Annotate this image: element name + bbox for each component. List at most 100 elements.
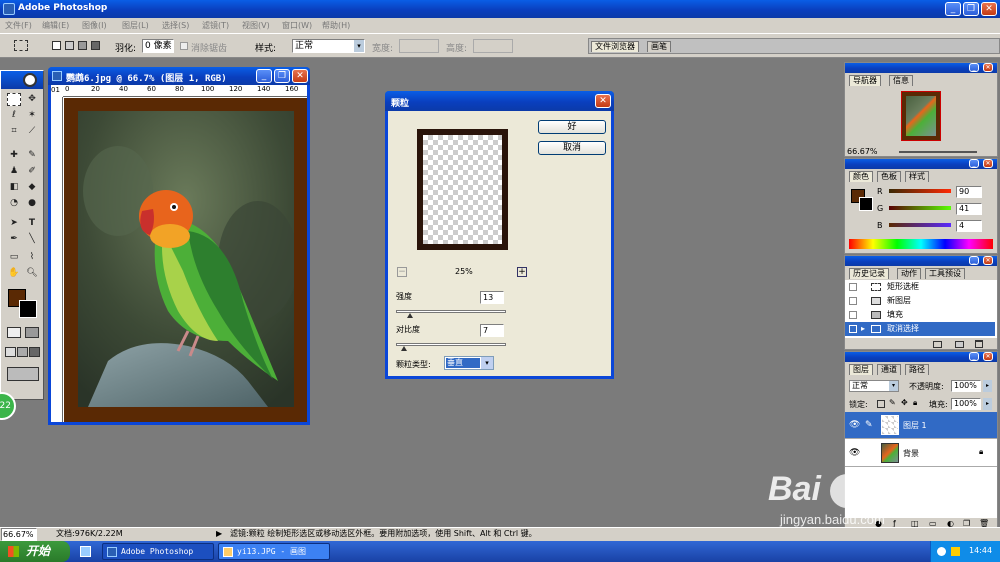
close-icon[interactable]: ✕ (981, 2, 997, 16)
screen-mode-2-icon[interactable] (17, 347, 28, 357)
status-arrow-icon[interactable]: ▶ (216, 528, 222, 540)
crop-tool-icon[interactable]: ⌗ (7, 125, 21, 138)
history-min-icon[interactable]: _ (969, 256, 979, 265)
pen-tool-icon[interactable]: ✒ (7, 233, 21, 246)
imageready-icon[interactable] (7, 367, 39, 381)
history-brush-icon[interactable]: ✐ (25, 165, 39, 178)
notes-tool-icon[interactable]: ▭ (7, 251, 21, 264)
tab-file-browser[interactable]: 文件浏览器 (591, 41, 639, 52)
intersect-selection-icon[interactable] (91, 41, 100, 50)
navigator-zoom[interactable]: 66.67% (847, 147, 878, 156)
tab-channels[interactable]: 通道 (877, 364, 901, 375)
lock-image-icon[interactable]: ✎ (889, 398, 896, 407)
feather-input[interactable]: 0 像素 (142, 39, 174, 53)
channel-b-slider[interactable] (889, 223, 951, 227)
brush-tool-icon[interactable]: ✎ (25, 149, 39, 162)
quickmask-mode-icon[interactable] (25, 327, 39, 338)
status-zoom[interactable]: 66.67% (1, 528, 37, 541)
camera-icon[interactable] (955, 341, 964, 348)
tab-info[interactable]: 信息 (889, 75, 913, 86)
channel-r-input[interactable]: 90 (956, 186, 982, 198)
nav-close-icon[interactable]: ✕ (983, 63, 993, 72)
maximize-icon[interactable]: ❐ (963, 2, 979, 16)
eyedropper-icon[interactable]: ⌇ (25, 251, 39, 264)
blur-tool-icon[interactable]: ◔ (7, 197, 21, 210)
move-tool-icon[interactable]: ✥ (25, 93, 39, 106)
menu-help[interactable]: 帮助(H) (322, 18, 350, 33)
history-item[interactable]: 填充 (845, 308, 995, 322)
contrast-slider-track[interactable] (396, 343, 506, 346)
intensity-input[interactable]: 13 (480, 291, 504, 304)
menu-file[interactable]: 文件(F) (5, 18, 32, 33)
doc-minimize-icon[interactable]: _ (256, 69, 272, 83)
minimize-icon[interactable]: _ (945, 2, 961, 16)
background-color-swatch[interactable] (19, 300, 37, 318)
eye-icon[interactable]: 👁︎ (849, 448, 860, 458)
gradient-tool-icon[interactable]: ◆ (25, 181, 39, 194)
lock-position-icon[interactable]: ✥ (901, 398, 908, 407)
menu-filter[interactable]: 滤镜(T) (202, 18, 229, 33)
layers-min-icon[interactable]: _ (969, 352, 979, 361)
intensity-slider-thumb[interactable] (407, 313, 414, 318)
menu-edit[interactable]: 编辑(E) (42, 18, 69, 33)
trash-icon[interactable] (975, 340, 983, 348)
contrast-input[interactable]: 7 (480, 324, 504, 337)
screen-mode-3-icon[interactable] (29, 347, 40, 357)
channel-g-slider[interactable] (889, 206, 951, 210)
tab-paths[interactable]: 路径 (905, 364, 929, 375)
quicklaunch-icon[interactable] (80, 546, 91, 557)
opacity-arrow-icon[interactable]: ▸ (983, 380, 992, 392)
opacity-input[interactable]: 100% (951, 380, 981, 392)
color-min-icon[interactable]: _ (969, 159, 979, 168)
eye-icon[interactable]: 👁︎ (849, 420, 860, 430)
menu-select[interactable]: 选择(S) (162, 18, 189, 33)
slice-tool-icon[interactable]: ⟋ (25, 125, 39, 138)
tab-color[interactable]: 颜色 (849, 171, 873, 182)
width-input[interactable] (399, 39, 439, 53)
history-item-selected[interactable]: ▸ 取消选择 (845, 322, 995, 336)
menu-window[interactable]: 窗口(W) (282, 18, 312, 33)
history-item[interactable]: 矩形选框 (845, 280, 995, 294)
color-bg-swatch[interactable] (859, 197, 873, 211)
color-spectrum-bar[interactable] (849, 239, 993, 249)
channel-b-input[interactable]: 4 (956, 220, 982, 232)
preview-frame[interactable] (417, 129, 508, 250)
style-select[interactable]: 正常 ▾ (292, 39, 365, 53)
layer-row-selected[interactable]: 👁︎ ✎ 图层 1 (845, 412, 997, 439)
brush-link-icon[interactable]: ✎ (865, 420, 873, 430)
tab-navigator[interactable]: 导航器 (849, 75, 881, 86)
taskbar-item-photoshop[interactable]: Adobe Photoshop (102, 543, 214, 560)
marquee-preset-icon[interactable] (14, 40, 28, 51)
subtract-selection-icon[interactable] (78, 41, 87, 50)
marquee-tool-icon[interactable] (7, 93, 21, 106)
start-button[interactable]: 开始 (0, 541, 70, 562)
grain-type-select[interactable]: 垂直 ▾ (444, 356, 494, 370)
new-document-icon[interactable] (933, 341, 942, 348)
add-selection-icon[interactable] (65, 41, 74, 50)
navigator-zoom-slider[interactable] (899, 151, 977, 153)
channel-r-slider[interactable] (889, 189, 951, 193)
navigator-thumb[interactable] (901, 91, 941, 141)
layers-close-icon[interactable]: ✕ (983, 352, 993, 361)
tab-history[interactable]: 历史记录 (849, 268, 889, 279)
channel-g-input[interactable]: 41 (956, 203, 982, 215)
color-close-icon[interactable]: ✕ (983, 159, 993, 168)
tab-actions[interactable]: 动作 (897, 268, 921, 279)
healing-tool-icon[interactable]: ✚ (7, 149, 21, 162)
standard-mode-icon[interactable] (7, 327, 21, 338)
path-select-icon[interactable]: ➤ (7, 217, 21, 230)
menu-image[interactable]: 图像(I) (82, 18, 107, 33)
tab-brushes[interactable]: 画笔 (647, 41, 671, 52)
screen-mode-1-icon[interactable] (5, 347, 16, 357)
height-input[interactable] (473, 39, 513, 53)
magic-wand-icon[interactable]: ✶ (25, 109, 39, 122)
antialias-checkbox[interactable] (180, 42, 188, 50)
nav-min-icon[interactable]: _ (969, 63, 979, 72)
zoom-in-button[interactable]: + (517, 267, 527, 277)
line-tool-icon[interactable]: ╲ (25, 233, 39, 246)
tab-styles[interactable]: 样式 (905, 171, 929, 182)
doc-maximize-icon[interactable]: ❐ (274, 69, 290, 83)
text-tool-icon[interactable]: T (25, 217, 39, 230)
lasso-tool-icon[interactable]: ℓ (7, 109, 21, 122)
ok-button[interactable]: 好 (538, 120, 606, 134)
